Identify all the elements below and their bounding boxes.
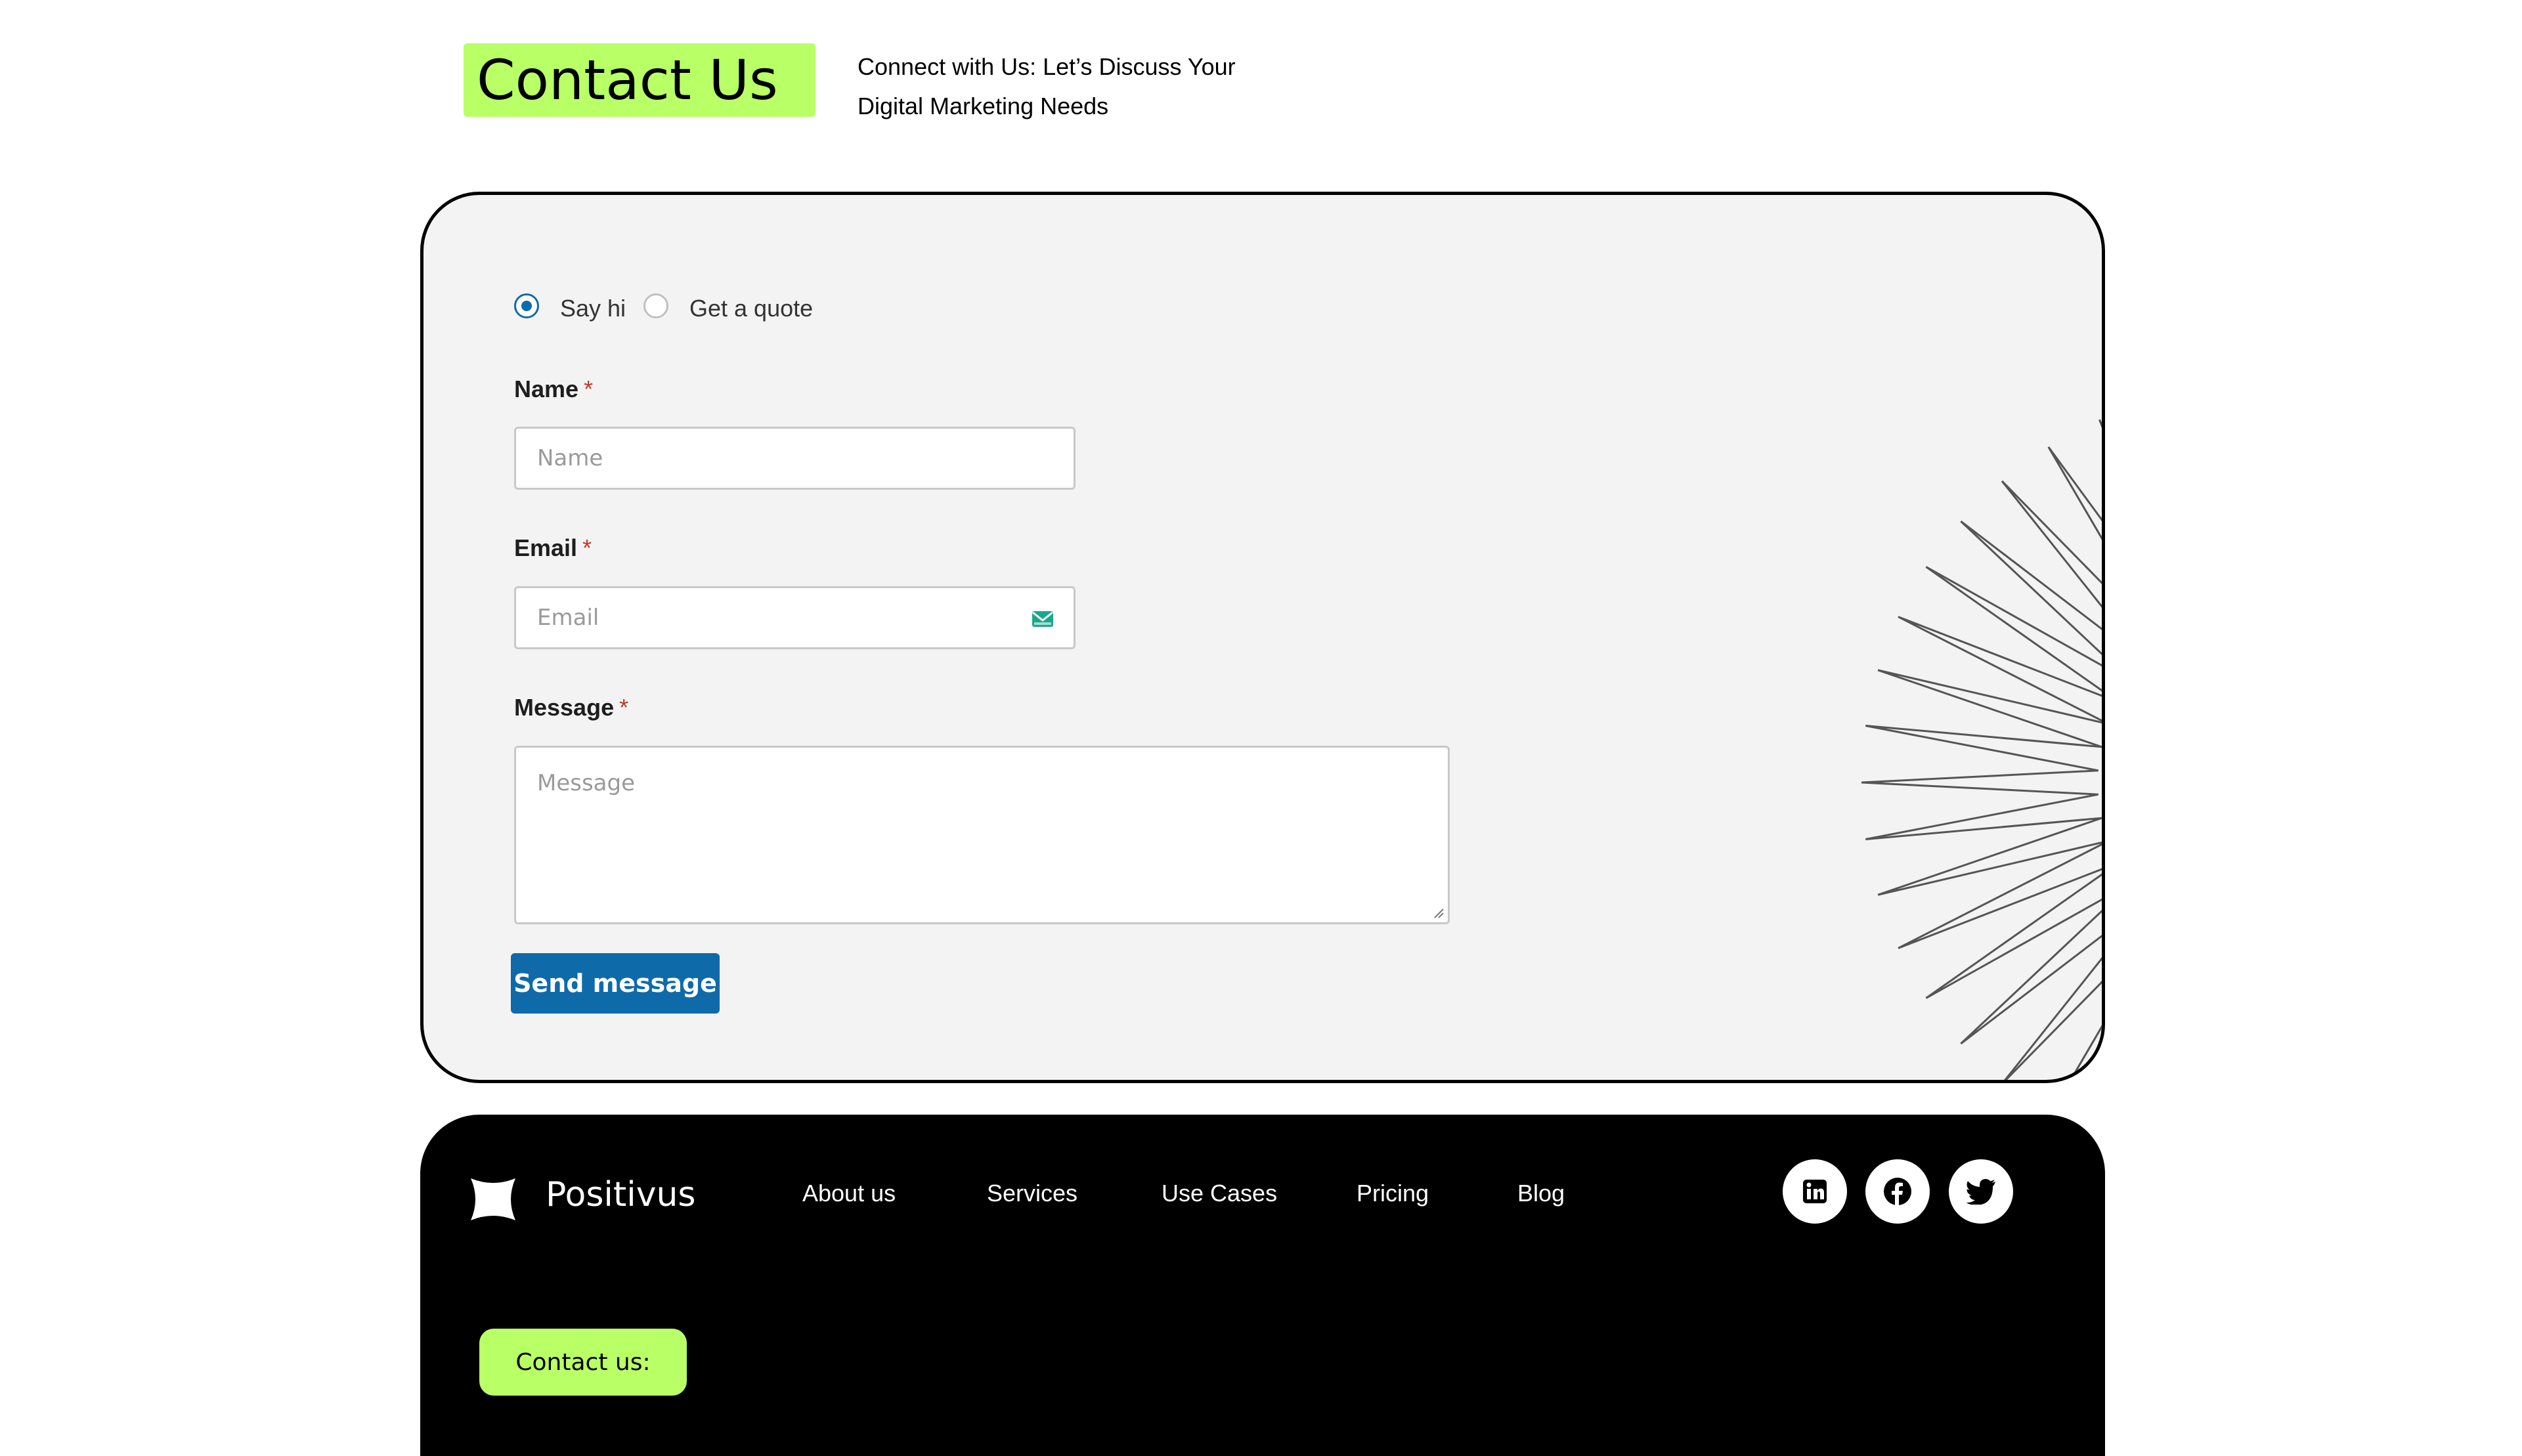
get-quote-label: Get a quote — [689, 295, 814, 322]
radial-rays-decoration — [1861, 419, 2102, 1080]
nav-about-us[interactable]: About us — [802, 1180, 896, 1207]
facebook-button[interactable] — [1865, 1159, 1930, 1224]
get-quote-radio[interactable] — [643, 293, 668, 318]
ray-line — [1861, 419, 2102, 1080]
message-placeholder: Message — [537, 770, 636, 796]
nav-blog[interactable]: Blog — [1517, 1180, 1565, 1207]
say-hi-label: Say hi — [560, 295, 626, 322]
message-label: Message * — [514, 694, 628, 721]
footer — [420, 1115, 2105, 1456]
required-marker: * — [584, 375, 594, 402]
email-placeholder: Email — [537, 605, 599, 631]
envelope-icon — [1032, 611, 1053, 627]
page-title-text: Contact Us — [477, 48, 778, 112]
subtitle-line-2: Digital Marketing Needs — [858, 93, 1109, 119]
nav-pricing[interactable]: Pricing — [1357, 1180, 1429, 1207]
name-placeholder: Name — [537, 445, 603, 471]
facebook-icon — [1884, 1178, 1911, 1205]
message-label-text: Message — [514, 694, 615, 721]
contact-us-label: Contact us: — [515, 1348, 651, 1376]
twitter-icon — [1966, 1179, 1995, 1205]
name-field[interactable]: Name — [514, 427, 1076, 490]
contact-us-pill: Contact us: — [479, 1329, 687, 1396]
page-subtitle: Connect with Us: Let’s Discuss Your Digi… — [858, 47, 1317, 126]
required-marker: * — [619, 694, 629, 721]
name-label-text: Name — [514, 375, 579, 402]
linkedin-icon — [1803, 1180, 1827, 1203]
say-hi-radio[interactable] — [514, 293, 539, 318]
brand-name: Positivus — [546, 1175, 696, 1214]
email-field[interactable]: Email — [514, 586, 1076, 649]
subtitle-line-1: Connect with Us: Let’s Discuss Your — [858, 53, 1236, 80]
email-label-text: Email — [514, 534, 578, 561]
email-label: Email * — [514, 534, 592, 562]
nav-use-cases[interactable]: Use Cases — [1162, 1180, 1277, 1207]
twitter-button[interactable] — [1949, 1159, 2013, 1224]
send-message-label: Send message — [513, 969, 717, 998]
contact-form-card: Say hi Get a quote Name * Name Email * Ema… — [420, 192, 2105, 1083]
name-label: Name * — [514, 375, 593, 403]
resize-handle-icon[interactable] — [1432, 907, 1444, 918]
send-message-button[interactable]: Send message — [511, 953, 720, 1014]
page-title: Contact Us — [464, 43, 815, 117]
decorative-illustration — [1861, 419, 2102, 1080]
required-marker: * — [582, 534, 592, 561]
message-textarea[interactable]: Message — [514, 746, 1450, 924]
positivus-logo-icon — [471, 1178, 515, 1220]
nav-services[interactable]: Services — [987, 1180, 1077, 1207]
linkedin-button[interactable] — [1783, 1159, 1847, 1224]
